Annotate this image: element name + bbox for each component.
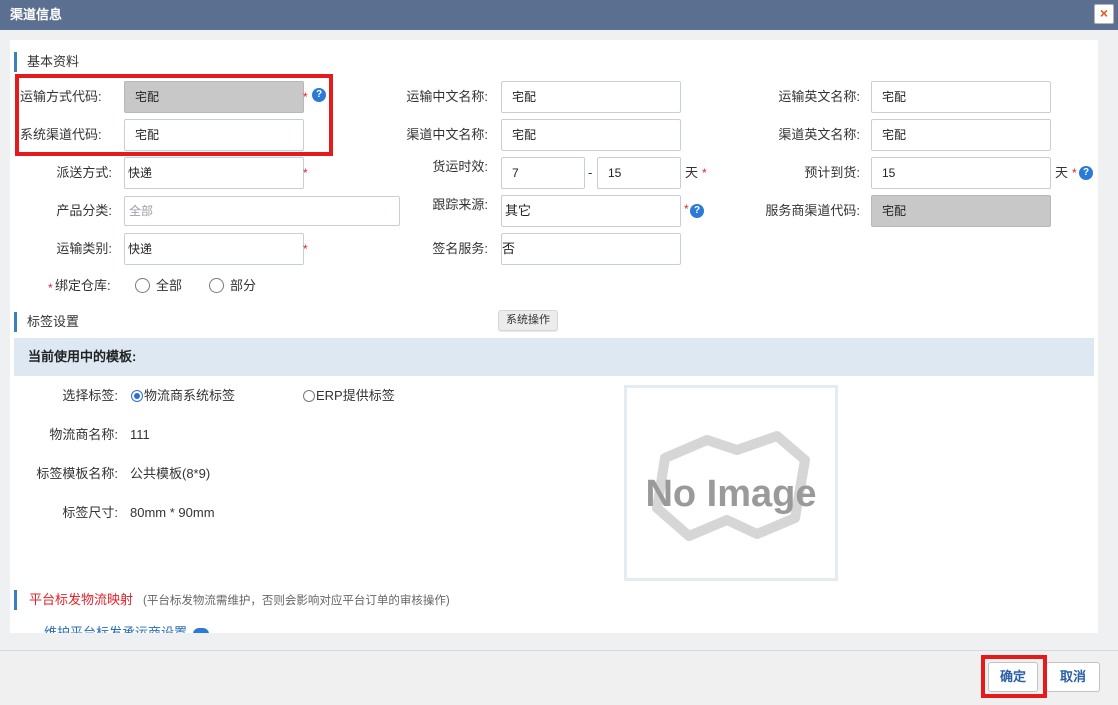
label-size-value: 80mm * 90mm — [130, 505, 215, 520]
warehouse-all-radio[interactable] — [135, 278, 150, 293]
template-name-label: 标签模板名称: — [36, 466, 118, 481]
required-mark: * — [303, 166, 308, 180]
timeliness-unit: 天 — [685, 165, 699, 180]
arrival-unit: 天 — [1055, 165, 1069, 180]
product-category-label: 产品分类: — [56, 203, 112, 218]
tracking-field[interactable]: 其它 — [501, 195, 681, 227]
arrival-field[interactable]: 15 — [871, 157, 1051, 189]
delivery-field[interactable]: 快递 — [124, 157, 304, 189]
transport-type-field[interactable]: 快递 — [124, 233, 304, 265]
cancel-button[interactable]: 取消 — [1046, 662, 1100, 692]
required-mark: * — [1072, 166, 1077, 180]
section-platform-mapping: 平台标发物流映射 (平台标发物流需维护，否则会影响对应平台订单的审核操作) — [14, 590, 450, 610]
transport-type-label: 运输类别: — [56, 241, 112, 256]
provider-name-value: 111 — [130, 427, 150, 442]
close-icon[interactable]: × — [1094, 4, 1114, 24]
warehouse-all-label[interactable]: 全部 — [156, 276, 182, 296]
delivery-label: 派送方式: — [56, 165, 112, 180]
warehouse-label: 绑定仓库: — [55, 278, 111, 293]
warehouse-part-label[interactable]: 部分 — [230, 276, 256, 296]
arrival-label: 预计到货: — [804, 165, 860, 180]
section-basic-info: 基本资料 — [14, 52, 79, 72]
required-mark: * — [303, 242, 308, 256]
channel-en-field[interactable]: 宅配 — [871, 119, 1051, 151]
platform-heading: 平台标发物流映射 — [29, 592, 134, 607]
label-preview-image: No Image — [624, 385, 838, 581]
dialog-footer: 确定 取消 — [0, 650, 1118, 705]
timeliness-max-field[interactable]: 15 — [597, 157, 681, 189]
dialog-title-bar: 渠道信息 × — [0, 0, 1118, 30]
section-label-settings: 标签设置 — [14, 312, 79, 332]
tracking-label: 跟踪来源: — [432, 197, 488, 212]
arrow-right-icon — [193, 627, 210, 633]
provider-code-label: 服务商渠道代码: — [765, 203, 860, 218]
highlight-box — [15, 74, 333, 156]
current-template-bar: 当前使用中的模板: — [14, 338, 1094, 376]
channel-en-label: 渠道英文名称: — [778, 127, 860, 142]
transport-en-field[interactable]: 宅配 — [871, 81, 1051, 113]
product-category-input[interactable]: 全部 — [124, 196, 400, 226]
no-image-icon: No Image — [645, 431, 817, 541]
maintain-carrier-link[interactable]: 维护平台标发承运商设置 — [44, 625, 210, 633]
erp-label-option[interactable]: ERP提供标签 — [316, 386, 395, 406]
timeliness-label: 货运时效: — [432, 159, 488, 174]
label-size-label: 标签尺寸: — [62, 505, 118, 520]
no-image-text: No Image — [645, 473, 816, 515]
template-name-value: 公共模板(8*9) — [130, 466, 211, 481]
transport-cn-field[interactable]: 宅配 — [501, 81, 681, 113]
select-label-label: 选择标签: — [62, 388, 118, 403]
platform-note: (平台标发物流需维护，否则会影响对应平台订单的审核操作) — [143, 595, 450, 607]
highlight-box — [981, 655, 1047, 698]
logistics-label-radio[interactable] — [131, 390, 143, 402]
provider-code-field[interactable]: 宅配 — [871, 195, 1051, 227]
help-icon[interactable]: ? — [690, 204, 704, 218]
required-mark: * — [684, 202, 689, 216]
maintain-carrier-text[interactable]: 维护平台标发承运商设置 — [44, 625, 187, 633]
signature-field[interactable]: 否 — [501, 233, 681, 265]
timeliness-min-field[interactable]: 7 — [501, 157, 585, 189]
timeliness-separator: - — [588, 165, 593, 180]
dialog-title: 渠道信息 — [10, 7, 63, 22]
signature-label: 签名服务: — [432, 241, 488, 256]
transport-cn-label: 运输中文名称: — [406, 89, 488, 104]
channel-cn-label: 渠道中文名称: — [406, 127, 488, 142]
erp-label-radio[interactable] — [303, 390, 315, 402]
provider-name-label: 物流商名称: — [49, 427, 118, 442]
channel-cn-field[interactable]: 宅配 — [501, 119, 681, 151]
system-operation-button[interactable]: 系统操作 — [498, 310, 558, 331]
required-mark: * — [48, 281, 53, 295]
warehouse-part-radio[interactable] — [209, 278, 224, 293]
help-icon[interactable]: ? — [1079, 166, 1093, 180]
transport-en-label: 运输英文名称: — [778, 89, 860, 104]
logistics-label-option[interactable]: 物流商系统标签 — [144, 386, 235, 406]
required-mark: * — [702, 166, 707, 180]
